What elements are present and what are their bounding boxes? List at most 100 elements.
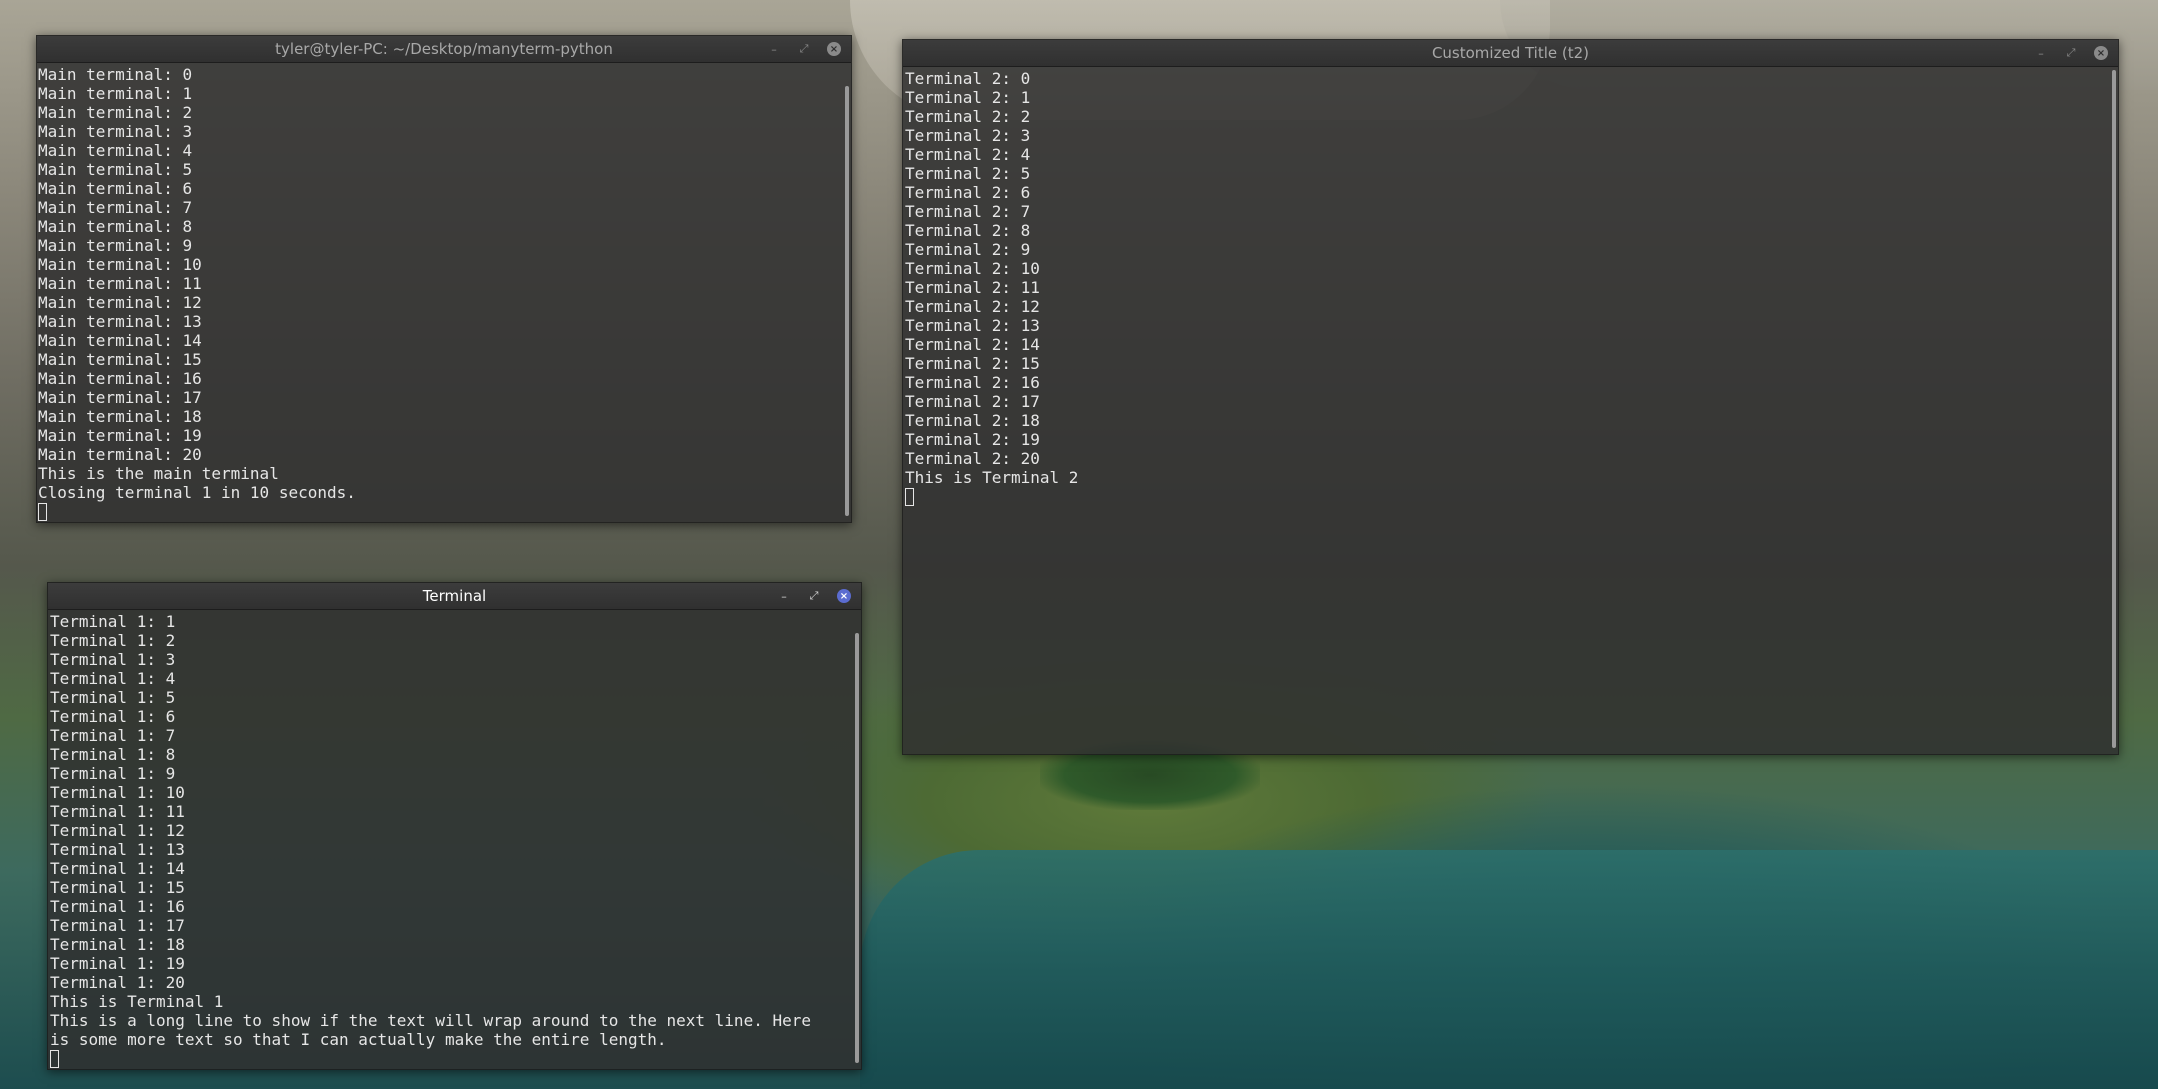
window-controls: – ⤢ ×	[777, 583, 851, 609]
terminal-output[interactable]: Terminal 2: 0 Terminal 2: 1 Terminal 2: 2T…	[903, 67, 2118, 753]
terminal-line: Terminal 2: 11	[905, 278, 1040, 297]
terminal1-window[interactable]: Terminal – ⤢ × Terminal 1: 1 Terminal 1: …	[47, 582, 862, 1070]
terminal-line: Main terminal: 11	[38, 274, 202, 293]
terminal2-window[interactable]: Customized Title (t2) – ⤢ × Terminal 2: …	[902, 39, 2119, 755]
terminal-line: Terminal 1: 7	[50, 726, 176, 745]
terminal-line: Main terminal: 14	[38, 331, 202, 350]
terminal-line: This is Terminal 1	[50, 992, 224, 1011]
terminal-line: Terminal 2: 20	[905, 449, 1040, 468]
terminal-line: Terminal 1: 3	[50, 650, 176, 669]
terminal-output[interactable]: Terminal 1: 1 Terminal 1: 2 Terminal 1: 3T…	[48, 610, 861, 1068]
terminal-line: Main terminal: 4	[38, 141, 193, 160]
prompt-line	[50, 1049, 861, 1068]
terminal-line: Main terminal: 6	[38, 179, 193, 198]
terminal-line: Main terminal: 20	[38, 445, 202, 464]
minimize-button[interactable]: –	[2034, 46, 2048, 60]
terminal-line: Terminal 1: 5	[50, 688, 176, 707]
terminal-line: Terminal 2: 14	[905, 335, 1040, 354]
terminal-line: Terminal 1: 15	[50, 878, 185, 897]
terminal-line: Terminal 2: 12	[905, 297, 1040, 316]
terminal-line: Main terminal: 10	[38, 255, 202, 274]
close-button[interactable]: ×	[2094, 46, 2108, 60]
terminal-line: Terminal 2: 16	[905, 373, 1040, 392]
minimize-button[interactable]: –	[767, 42, 781, 56]
terminal-line: Main terminal: 19	[38, 426, 202, 445]
terminal-line: Main terminal: 9	[38, 236, 193, 255]
terminal-line: Terminal 1: 18	[50, 935, 185, 954]
window-title: Terminal	[422, 587, 487, 605]
maximize-button[interactable]: ⤢	[2064, 46, 2078, 60]
terminal-line: Terminal 1: 12	[50, 821, 185, 840]
terminal-line: Terminal 2: 0	[905, 69, 1031, 88]
terminal-line: Terminal 2: 3	[905, 126, 1031, 145]
terminal-line: Main terminal: 0	[38, 65, 193, 84]
terminal-line: Terminal 2: 4	[905, 145, 1031, 164]
window-controls: – ⤢ ×	[2034, 40, 2108, 66]
terminal-line: Terminal 1: 20	[50, 973, 185, 992]
terminal-line: is some more text so that I can actually…	[50, 1030, 667, 1049]
terminal-line: Terminal 2: 18	[905, 411, 1040, 430]
terminal-line: Terminal 1: 17	[50, 916, 185, 935]
close-button[interactable]: ×	[827, 42, 841, 56]
terminal-line: Main terminal: 5	[38, 160, 193, 179]
terminal-line: Terminal 2: 8	[905, 221, 1031, 240]
text-cursor	[50, 1050, 59, 1068]
terminal-line: Terminal 1: 19	[50, 954, 185, 973]
terminal-line: Closing terminal 1 in 10 seconds.	[38, 483, 356, 502]
terminal-line: Terminal 1: 10	[50, 783, 185, 802]
window-titlebar[interactable]: Terminal – ⤢ ×	[48, 583, 861, 610]
terminal-line: Terminal 1: 9	[50, 764, 176, 783]
maximize-button[interactable]: ⤢	[807, 589, 821, 603]
terminal-line: Main terminal: 1	[38, 84, 193, 103]
terminal-line: Terminal 2: 2	[905, 107, 1031, 126]
text-cursor	[38, 503, 47, 521]
terminal-line: Terminal 1: 1	[50, 612, 176, 631]
scrollbar[interactable]	[855, 633, 859, 1063]
maximize-button[interactable]: ⤢	[797, 42, 811, 56]
scrollbar[interactable]	[2112, 70, 2116, 748]
terminal-line: Terminal 1: 13	[50, 840, 185, 859]
terminal-line: Main terminal: 12	[38, 293, 202, 312]
window-title: Customized Title (t2)	[1431, 44, 1590, 62]
terminal-line: Terminal 1: 4	[50, 669, 176, 688]
terminal-line: Main terminal: 13	[38, 312, 202, 331]
window-title: tyler@tyler-PC: ~/Desktop/manyterm-pytho…	[275, 40, 613, 58]
terminal-line: Terminal 1: 16	[50, 897, 185, 916]
scrollbar[interactable]	[845, 86, 849, 516]
wallpaper-lake	[860, 850, 2158, 1089]
prompt-line	[905, 487, 2118, 506]
terminal-line: Main terminal: 16	[38, 369, 202, 388]
terminal-line: Terminal 2: 1	[905, 88, 1031, 107]
terminal-line: Terminal 1: 11	[50, 802, 185, 821]
terminal-line: This is Terminal 2	[905, 468, 1079, 487]
terminal-output[interactable]: Main terminal: 0 Main terminal: 1 Main ter…	[37, 63, 851, 521]
terminal-line: Main terminal: 15	[38, 350, 202, 369]
terminal-line: Terminal 2: 19	[905, 430, 1040, 449]
terminal-line: Terminal 1: 2	[50, 631, 176, 650]
terminal-line: This is the main terminal	[38, 464, 279, 483]
terminal-line: Main terminal: 7	[38, 198, 193, 217]
window-titlebar[interactable]: Customized Title (t2) – ⤢ ×	[903, 40, 2118, 67]
terminal-line: Terminal 2: 9	[905, 240, 1031, 259]
minimize-button[interactable]: –	[777, 589, 791, 603]
close-button[interactable]: ×	[837, 589, 851, 603]
terminal-line: Main terminal: 2	[38, 103, 193, 122]
terminal-line: Terminal 2: 15	[905, 354, 1040, 373]
text-cursor	[905, 488, 914, 506]
terminal-line: Terminal 2: 6	[905, 183, 1031, 202]
main-terminal-window[interactable]: tyler@tyler-PC: ~/Desktop/manyterm-pytho…	[36, 35, 852, 523]
terminal-line: Terminal 2: 5	[905, 164, 1031, 183]
terminal-line: Main terminal: 3	[38, 122, 193, 141]
prompt-line	[38, 502, 851, 521]
window-titlebar[interactable]: tyler@tyler-PC: ~/Desktop/manyterm-pytho…	[37, 36, 851, 63]
terminal-line: Terminal 2: 13	[905, 316, 1040, 335]
terminal-line: This is a long line to show if the text …	[50, 1011, 811, 1030]
terminal-line: Terminal 1: 6	[50, 707, 176, 726]
terminal-line: Main terminal: 8	[38, 217, 193, 236]
terminal-line: Terminal 2: 7	[905, 202, 1031, 221]
terminal-line: Terminal 2: 17	[905, 392, 1040, 411]
window-controls: – ⤢ ×	[767, 36, 841, 62]
terminal-line: Main terminal: 18	[38, 407, 202, 426]
terminal-line: Terminal 1: 8	[50, 745, 176, 764]
terminal-line: Main terminal: 17	[38, 388, 202, 407]
